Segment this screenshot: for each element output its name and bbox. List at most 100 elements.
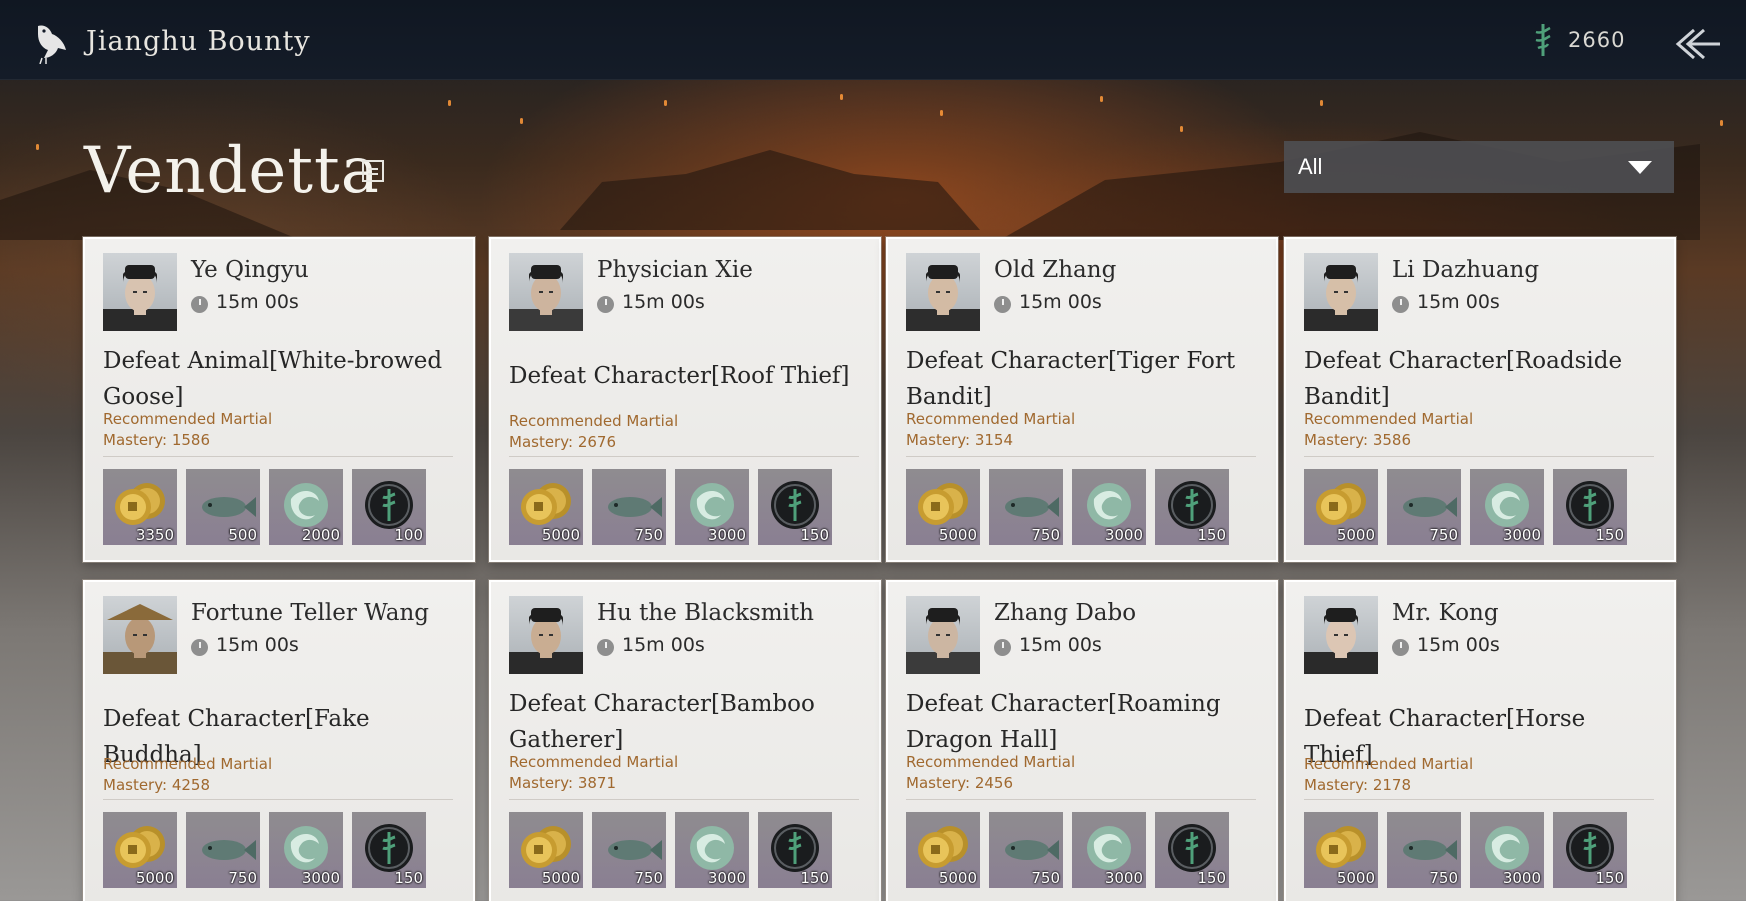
clock-icon <box>1392 639 1409 656</box>
reward-slot[interactable]: 150 <box>1155 469 1229 545</box>
character-portrait <box>509 596 583 674</box>
reward-quantity: 3000 <box>1502 869 1541 887</box>
quest-objective: Defeat Character[Roaming Dragon Hall] <box>906 691 1221 753</box>
reward-quantity: 150 <box>800 869 829 887</box>
reward-quantity: 5000 <box>135 869 174 887</box>
reward-quantity: 750 <box>634 526 663 544</box>
reward-slot[interactable]: 5000 <box>906 812 980 888</box>
character-name: Old Zhang <box>994 257 1117 283</box>
reward-slot[interactable]: 3000 <box>269 812 343 888</box>
reward-quantity: 150 <box>1595 869 1624 887</box>
reward-slot[interactable]: 5000 <box>1304 812 1378 888</box>
jade-token-icon <box>1535 24 1551 56</box>
character-name: Hu the Blacksmith <box>597 600 814 626</box>
character-portrait <box>509 253 583 331</box>
reward-quantity: 5000 <box>938 526 977 544</box>
reward-slot[interactable]: 2000 <box>269 469 343 545</box>
reward-slot[interactable]: 3000 <box>1470 469 1544 545</box>
reward-quantity: 5000 <box>938 869 977 887</box>
reward-slot[interactable]: 5000 <box>103 812 177 888</box>
recommended-mastery: Mastery: 2456 <box>906 774 1014 792</box>
reward-slot[interactable]: 5000 <box>509 469 583 545</box>
back-arrow-icon[interactable] <box>1672 26 1722 62</box>
reward-slot[interactable]: 3000 <box>675 469 749 545</box>
bounty-timer: 15m 00s <box>622 634 705 656</box>
bounty-card[interactable]: Fortune Teller Wang 15m 00s Defeat Charact… <box>83 580 475 901</box>
reward-slot[interactable]: 100 <box>352 469 426 545</box>
page-title: Vendetta <box>84 134 380 208</box>
card-divider <box>509 456 859 457</box>
character-name: Mr. Kong <box>1392 600 1499 626</box>
recommended-label: Recommended Martial <box>103 755 273 773</box>
bounty-card[interactable]: Mr. Kong 15m 00s Defeat Character[Horse Th… <box>1284 580 1676 901</box>
reward-slot[interactable]: 150 <box>352 812 426 888</box>
reward-quantity: 750 <box>1031 526 1060 544</box>
recommended-mastery: Mastery: 3154 <box>906 431 1014 449</box>
reward-slot[interactable]: 500 <box>186 469 260 545</box>
bounty-card[interactable]: Ye Qingyu 15m 00s Defeat Animal[White-brow… <box>83 237 475 562</box>
reward-slot[interactable]: 5000 <box>906 469 980 545</box>
recommended-label: Recommended Martial <box>1304 755 1474 773</box>
recommended-mastery: Mastery: 1586 <box>103 431 211 449</box>
bounty-card[interactable]: Old Zhang 15m 00s Defeat Character[Tiger F… <box>886 237 1278 562</box>
reward-slot[interactable]: 150 <box>1553 469 1627 545</box>
reward-slot[interactable]: 750 <box>592 469 666 545</box>
reward-slot[interactable]: 3000 <box>1072 812 1146 888</box>
reward-slot[interactable]: 150 <box>758 469 832 545</box>
recommended-label: Recommended Martial <box>906 410 1076 428</box>
recommended-mastery: Mastery: 4258 <box>103 776 211 794</box>
quest-objective: Defeat Character[Tiger Fort Bandit] <box>906 348 1236 410</box>
reward-slot[interactable]: 750 <box>989 812 1063 888</box>
reward-quantity: 5000 <box>541 869 580 887</box>
reward-quantity: 750 <box>1429 526 1458 544</box>
reward-slot[interactable]: 150 <box>758 812 832 888</box>
reward-slot[interactable]: 150 <box>1155 812 1229 888</box>
reward-quantity: 5000 <box>1336 869 1375 887</box>
reward-slot[interactable]: 750 <box>592 812 666 888</box>
recommended-label: Recommended Martial <box>509 753 679 771</box>
bounty-card[interactable]: Physician Xie 15m 00s Defeat Character[Roo… <box>489 237 881 562</box>
reward-slot[interactable]: 750 <box>989 469 1063 545</box>
reward-slot[interactable]: 3000 <box>675 812 749 888</box>
reward-quantity: 150 <box>800 526 829 544</box>
reward-slot[interactable]: 750 <box>186 812 260 888</box>
reward-quantity: 750 <box>228 869 257 887</box>
character-portrait <box>906 596 980 674</box>
character-portrait <box>103 596 177 674</box>
character-name: Zhang Dabo <box>994 600 1137 626</box>
quest-objective: Defeat Character[Roof Thief] <box>509 363 850 389</box>
reward-slot[interactable]: 750 <box>1387 469 1461 545</box>
reward-slot[interactable]: 3000 <box>1470 812 1544 888</box>
quest-objective: Defeat Character[Bamboo Gatherer] <box>509 691 815 753</box>
reward-slot[interactable]: 5000 <box>1304 469 1378 545</box>
clock-icon <box>191 296 208 313</box>
reward-slot[interactable]: 5000 <box>509 812 583 888</box>
bounty-card[interactable]: Li Dazhuang 15m 00s Defeat Character[Roads… <box>1284 237 1676 562</box>
character-name: Fortune Teller Wang <box>191 600 430 626</box>
filter-dropdown[interactable]: All <box>1284 141 1674 193</box>
card-divider <box>1304 799 1654 800</box>
clock-icon <box>1392 296 1409 313</box>
card-divider <box>103 456 453 457</box>
character-portrait <box>906 253 980 331</box>
reward-slot[interactable]: 750 <box>1387 812 1461 888</box>
reward-slot[interactable]: 3000 <box>1072 469 1146 545</box>
bounty-timer: 15m 00s <box>216 291 299 313</box>
recommended-label: Recommended Martial <box>103 410 273 428</box>
bounty-card[interactable]: Hu the Blacksmith 15m 00s Defeat Character… <box>489 580 881 901</box>
reward-quantity: 500 <box>228 526 257 544</box>
reward-slot[interactable]: 150 <box>1553 812 1627 888</box>
reward-quantity: 150 <box>1595 526 1624 544</box>
reward-quantity: 750 <box>634 869 663 887</box>
quest-objective: Defeat Character[Roadside Bandit] <box>1304 348 1623 410</box>
character-portrait <box>103 253 177 331</box>
reward-quantity: 3000 <box>707 526 746 544</box>
reward-quantity: 150 <box>394 869 423 887</box>
clock-icon <box>191 639 208 656</box>
reward-slot[interactable]: 3350 <box>103 469 177 545</box>
recommended-mastery: Mastery: 3586 <box>1304 431 1412 449</box>
bounty-card[interactable]: Zhang Dabo 15m 00s Defeat Character[Roamin… <box>886 580 1278 901</box>
info-icon[interactable] <box>362 160 384 182</box>
card-divider <box>509 799 859 800</box>
recommended-label: Recommended Martial <box>906 753 1076 771</box>
